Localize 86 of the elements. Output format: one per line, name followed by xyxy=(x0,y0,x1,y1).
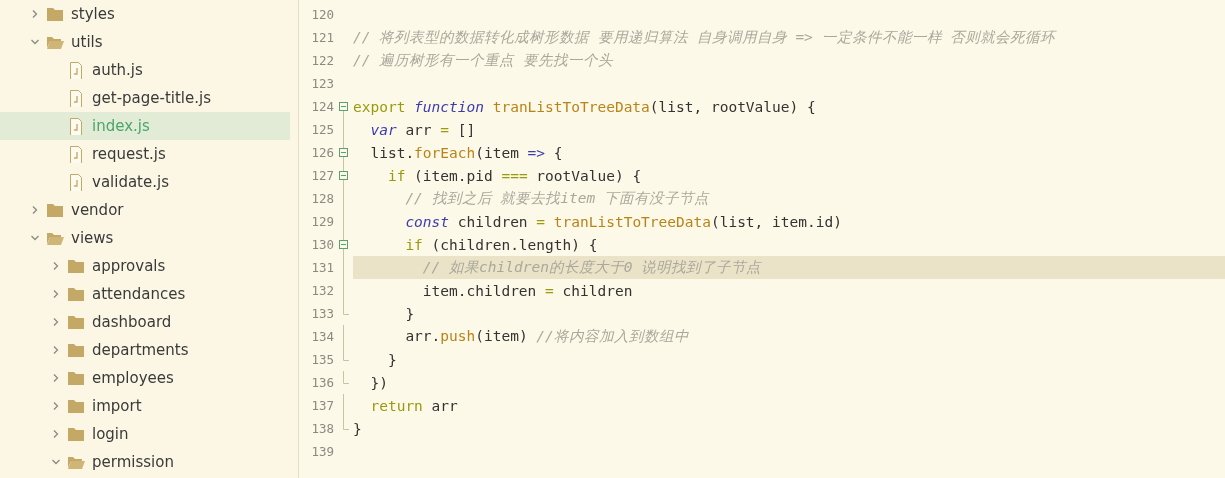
code-line: } xyxy=(386,351,397,368)
code-line: // 将列表型的数据转化成树形数据 要用递归算法 自身调用自身 => 一定条件不能一样 否则就会死循环 xyxy=(353,28,1056,47)
line-number: 121 xyxy=(310,30,334,45)
chevron-right-icon xyxy=(51,261,61,271)
line-number: 135 xyxy=(310,352,334,367)
open-folder-icon xyxy=(46,34,64,50)
file-icon xyxy=(67,173,85,191)
tree-item[interactable]: login xyxy=(0,420,290,448)
line-number: 120 xyxy=(310,7,334,22)
tree-item[interactable]: validate.js xyxy=(0,168,290,196)
tree-item[interactable]: employees xyxy=(0,364,290,392)
chevron-right-icon xyxy=(51,345,61,355)
tree-item[interactable]: import xyxy=(0,392,290,420)
folder-icon xyxy=(46,6,64,22)
line-number: 125 xyxy=(310,122,334,137)
chevron-right-icon xyxy=(51,401,61,411)
folder-icon xyxy=(67,398,85,414)
line-number: 127 xyxy=(310,168,334,183)
open-folder-icon xyxy=(67,454,85,470)
line-number: 128 xyxy=(310,191,334,206)
line-number: 129 xyxy=(310,214,334,229)
folder-icon xyxy=(67,426,85,442)
line-number: 123 xyxy=(310,76,334,91)
line-number: 138 xyxy=(310,421,334,436)
line-number: 132 xyxy=(310,283,334,298)
chevron-right-icon xyxy=(30,9,40,19)
code-line: var arr = [] xyxy=(369,121,476,138)
tree-item[interactable]: views xyxy=(0,224,290,252)
chevron-right-icon xyxy=(51,317,61,327)
folder-icon xyxy=(67,370,85,386)
line-number: 131 xyxy=(310,260,334,275)
file-icon xyxy=(67,61,85,79)
tree-item[interactable]: request.js xyxy=(0,140,290,168)
line-number: 139 xyxy=(310,444,334,459)
open-folder-icon xyxy=(46,230,64,246)
file-icon xyxy=(67,117,85,135)
line-number: 126 xyxy=(310,145,334,160)
chevron-down-icon xyxy=(30,233,40,243)
folder-icon xyxy=(67,286,85,302)
code-line: // 找到之后 就要去找item 下面有没子节点 xyxy=(404,189,709,208)
code-line: export function tranListToTreeData(list, rootValue) { xyxy=(353,98,816,115)
folder-icon xyxy=(67,258,85,274)
chevron-right-icon xyxy=(51,373,61,383)
tree-item[interactable]: vendor xyxy=(0,196,290,224)
tree-item[interactable]: utils xyxy=(0,28,290,56)
code-line: } xyxy=(353,420,362,437)
collapse-icon[interactable] xyxy=(339,240,348,249)
code-line: }) xyxy=(369,374,388,391)
line-number: 134 xyxy=(310,329,334,344)
chevron-right-icon xyxy=(30,205,40,215)
file-icon xyxy=(67,89,85,107)
folder-icon xyxy=(67,314,85,330)
code-line: list.forEach(item => { xyxy=(369,144,563,161)
folder-icon xyxy=(67,342,85,358)
chevron-down-icon xyxy=(30,37,40,47)
file-icon xyxy=(67,145,85,163)
chevron-down-icon xyxy=(51,457,61,467)
line-number: 136 xyxy=(310,375,334,390)
tree-item[interactable]: permission xyxy=(0,448,290,476)
code-line: return arr xyxy=(369,397,458,414)
chevron-right-icon xyxy=(51,429,61,439)
code-line: // 如果children的长度大于0 说明找到了子节点 xyxy=(421,258,762,277)
collapse-icon[interactable] xyxy=(339,102,348,111)
code-line: } xyxy=(404,305,415,322)
folder-icon xyxy=(46,202,64,218)
chevron-right-icon xyxy=(51,289,61,299)
code-line: if (item.pid === rootValue) { xyxy=(386,167,642,184)
collapse-icon[interactable] xyxy=(339,171,348,180)
tree-item[interactable]: approvals xyxy=(0,252,290,280)
line-number: 122 xyxy=(310,53,334,68)
code-line: item.children = children xyxy=(421,282,633,299)
tree-item[interactable]: attendances xyxy=(0,280,290,308)
tree-item[interactable]: departments xyxy=(0,336,290,364)
tree-item[interactable]: get-page-title.js xyxy=(0,84,290,112)
tree-item[interactable]: styles xyxy=(0,0,290,28)
code-line: if (children.length) { xyxy=(404,236,598,253)
line-number: 130 xyxy=(310,237,334,252)
tree-item[interactable]: dashboard xyxy=(0,308,290,336)
tree-item[interactable]: auth.js xyxy=(0,56,290,84)
line-number: 124 xyxy=(310,99,334,114)
code-line: arr.push(item) //将内容加入到数组中 xyxy=(404,327,689,346)
collapse-icon[interactable] xyxy=(339,148,348,157)
line-number: 137 xyxy=(310,398,334,413)
code-line: const children = tranListToTreeData(list, item.id) xyxy=(404,213,842,230)
line-number: 133 xyxy=(310,306,334,321)
code-line: // 遍历树形有一个重点 要先找一个头 xyxy=(353,51,613,70)
